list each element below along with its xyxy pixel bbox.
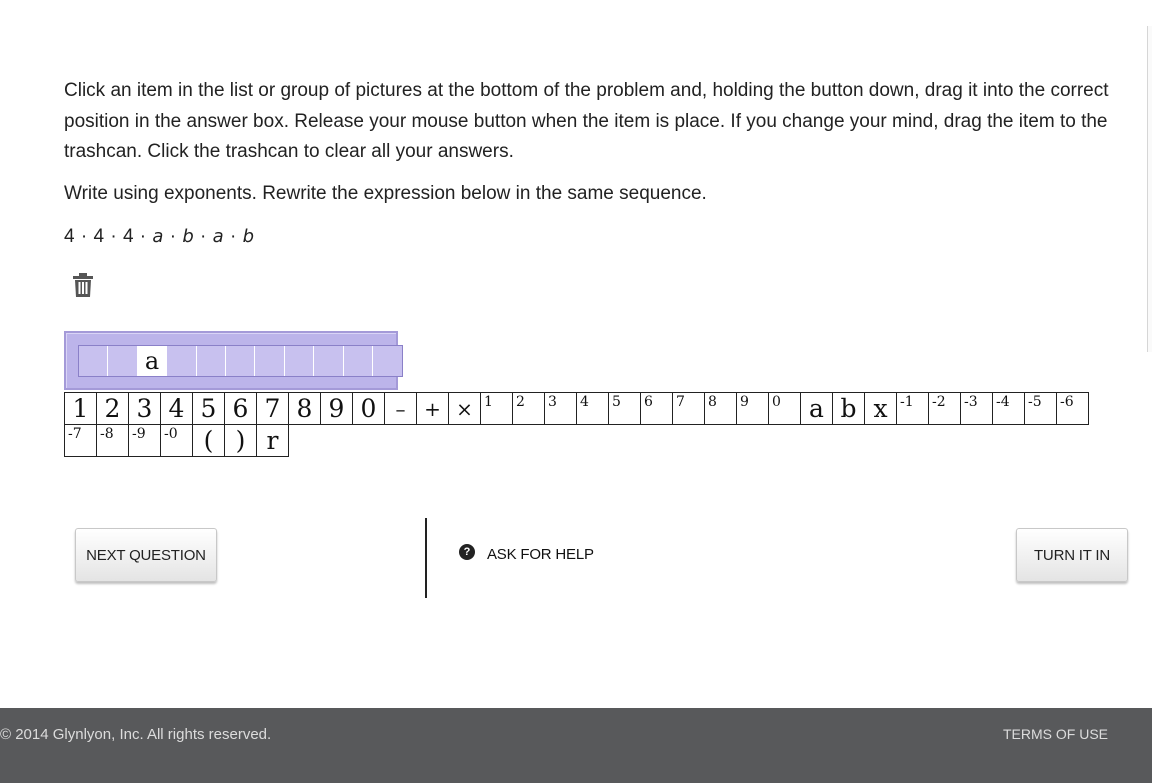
draggable-tile[interactable]: 0 <box>352 392 385 425</box>
draggable-tile[interactable]: 2 <box>512 392 545 425</box>
draggable-tile[interactable]: 3 <box>544 392 577 425</box>
tile-row: 1 2 3 4 5 6 7 8 9 0– + × 1 2 3 4 5 6 7 8 9 0 a b x -1 -2 -3 -4 -5 -6 <box>64 392 1124 425</box>
expr-variable: b <box>242 226 255 247</box>
footer: © 2014 Glynlyon, Inc. All rights reserve… <box>0 708 1152 783</box>
draggable-tile[interactable]: -4 <box>992 392 1025 425</box>
answer-slot[interactable]: a <box>137 346 168 376</box>
draggable-tile[interactable]: 7 <box>256 392 289 425</box>
expr-number: 4 <box>93 226 105 247</box>
next-question-button[interactable]: NEXT QUESTION <box>75 528 217 582</box>
draggable-tile[interactable]: 6 <box>224 392 257 425</box>
question-prompt: Write using exponents. Rewrite the expre… <box>64 183 707 204</box>
draggable-tile[interactable]: ) <box>224 424 257 457</box>
expr-variable: a <box>212 226 225 247</box>
answer-slot[interactable] <box>196 346 226 376</box>
draggable-tile[interactable]: -2 <box>928 392 961 425</box>
draggable-tile[interactable]: ( <box>192 424 225 457</box>
ask-for-help-button[interactable]: ? ASK FOR HELP <box>459 543 594 563</box>
divider <box>425 518 427 598</box>
draggable-tile[interactable]: 4 <box>576 392 609 425</box>
draggable-tile[interactable]: b <box>832 392 865 425</box>
expr-dot: · <box>169 226 177 247</box>
expr-dot: · <box>80 226 88 247</box>
draggable-tile[interactable]: 9 <box>320 392 353 425</box>
draggable-tile[interactable]: -8 <box>96 424 129 457</box>
draggable-tile[interactable]: -0 <box>160 424 193 457</box>
tile-palette: 1 2 3 4 5 6 7 8 9 0– + × 1 2 3 4 5 6 7 8 9 0 a b x -1 -2 -3 -4 -5 -6 -… <box>64 392 1124 457</box>
draggable-tile[interactable]: 2 <box>96 392 129 425</box>
tile-row: -7 -8 -9 -0() r <box>64 424 1124 457</box>
draggable-tile[interactable]: + <box>416 392 449 425</box>
draggable-tile[interactable]: 1 <box>64 392 97 425</box>
draggable-tile[interactable]: 5 <box>608 392 641 425</box>
expr-dot: · <box>139 226 147 247</box>
expr-number: 4 <box>122 226 135 247</box>
draggable-tile[interactable]: 8 <box>704 392 737 425</box>
answer-slot[interactable] <box>343 346 373 376</box>
answer-slots: a <box>78 345 404 377</box>
answer-slot[interactable] <box>108 346 138 376</box>
math-expression: 4 · 4 · 4 · a · b · a · b <box>64 224 255 250</box>
expr-dot: · <box>110 226 118 247</box>
draggable-tile[interactable]: 7 <box>672 392 705 425</box>
draggable-tile[interactable]: 4 <box>160 392 193 425</box>
draggable-tile[interactable]: 9 <box>736 392 769 425</box>
draggable-tile[interactable]: 8 <box>288 392 321 425</box>
draggable-tile[interactable]: × <box>448 392 481 425</box>
answer-box[interactable]: a <box>64 331 404 390</box>
copyright-text: © 2014 Glynlyon, Inc. All rights reserve… <box>0 726 272 743</box>
answer-slot[interactable] <box>167 346 197 376</box>
answer-slot[interactable] <box>255 346 285 376</box>
ask-for-help-label: ASK FOR HELP <box>487 546 594 563</box>
answer-slot[interactable] <box>314 346 344 376</box>
draggable-tile[interactable]: -9 <box>128 424 161 457</box>
expr-variable: b <box>182 226 195 247</box>
draggable-tile[interactable]: -6 <box>1056 392 1089 425</box>
scrollbar[interactable] <box>1147 26 1152 352</box>
answer-slot[interactable] <box>284 346 315 376</box>
draggable-tile[interactable]: 6 <box>640 392 673 425</box>
answer-slot[interactable] <box>79 346 109 376</box>
question-circle-icon: ? <box>459 543 475 560</box>
draggable-tile[interactable]: – <box>384 392 417 425</box>
draggable-tile[interactable]: a <box>800 392 833 425</box>
draggable-tile[interactable]: -3 <box>960 392 993 425</box>
draggable-tile[interactable]: 3 <box>128 392 161 425</box>
expr-dot: · <box>229 226 237 247</box>
terms-of-use-link[interactable]: TERMS OF USE <box>1003 726 1108 742</box>
answer-slot[interactable] <box>225 346 256 376</box>
turn-it-in-button[interactable]: TURN IT IN <box>1016 528 1128 582</box>
draggable-tile[interactable]: 1 <box>480 392 513 425</box>
draggable-tile[interactable]: r <box>256 424 289 457</box>
answer-slot[interactable] <box>372 346 403 376</box>
expr-number: 4 <box>64 226 76 247</box>
draggable-tile[interactable]: 0 <box>768 392 801 425</box>
instructions-text: Click an item in the list or group of pi… <box>64 80 1109 162</box>
draggable-tile[interactable]: 5 <box>192 392 225 425</box>
draggable-tile[interactable]: -1 <box>896 392 929 425</box>
draggable-tile[interactable]: -7 <box>64 424 97 457</box>
expr-dot: · <box>200 226 207 247</box>
draggable-tile[interactable]: x <box>864 392 897 425</box>
expr-variable: a <box>152 226 164 247</box>
draggable-tile[interactable]: -5 <box>1024 392 1057 425</box>
trash-icon[interactable] <box>72 272 94 298</box>
